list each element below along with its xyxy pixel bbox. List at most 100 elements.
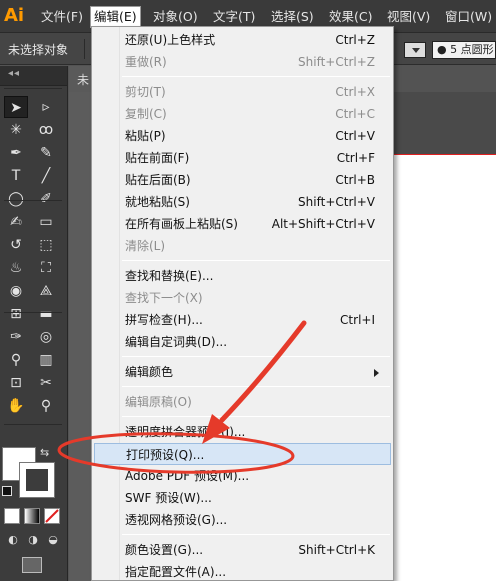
submenu-arrow-icon — [374, 369, 383, 377]
tool-separator — [4, 200, 62, 201]
menu-item-shortcut: Ctrl+X — [335, 85, 375, 99]
menu-item-shortcut: Ctrl+F — [336, 151, 375, 165]
menu-separator — [122, 534, 390, 535]
curvature-tool-icon[interactable]: ✎ — [34, 142, 58, 164]
menu-item[interactable]: 就地粘贴(S) Shift+Ctrl+V — [94, 191, 391, 213]
canvas-top-area — [384, 92, 496, 154]
menu-item[interactable]: 贴在前面(F) Ctrl+F — [94, 147, 391, 169]
selection-tool-icon[interactable]: ➤ — [4, 96, 28, 118]
menu-item: 清除(L) — [94, 235, 391, 257]
stroke-combo-dropdown[interactable] — [404, 42, 426, 58]
none-mode-button[interactable] — [44, 508, 60, 524]
menu-item-label: 查找和替换(E)... — [125, 269, 214, 283]
zoom-tool-icon[interactable]: ⚲ — [34, 395, 58, 417]
menu-item[interactable]: Adobe PDF 预设(M)... — [94, 465, 391, 487]
menu-item-shortcut: Ctrl+B — [335, 173, 375, 187]
menu-item[interactable]: 贴在后面(B) Ctrl+B — [94, 169, 391, 191]
menu-item-label: 剪切(T) — [125, 85, 166, 99]
lasso-tool-icon[interactable]: ꝏ — [34, 119, 58, 141]
menu-item[interactable]: SWF 预设(W)... — [94, 487, 391, 509]
perspective-grid-tool-icon[interactable]: ⟁ — [34, 280, 58, 302]
hand-tool-icon[interactable]: ✋ — [4, 395, 28, 417]
eraser-tool-icon[interactable]: ▭ — [34, 211, 58, 233]
paintbrush-tool-icon[interactable]: ✐ — [34, 188, 58, 210]
brush-profile-label: 5 点圆形 — [450, 43, 494, 56]
swap-fill-stroke-icon[interactable]: ⇆ — [40, 446, 49, 459]
rotate-tool-icon[interactable]: ↺ — [4, 234, 28, 256]
mesh-tool-icon[interactable]: ⊞ — [4, 303, 28, 325]
menu-item-shortcut: Ctrl+I — [340, 313, 375, 327]
menu-edit[interactable]: 编辑(E) — [90, 6, 141, 28]
menu-window[interactable]: 窗口(W) — [442, 7, 495, 27]
menu-item-label: 就地粘贴(S) — [125, 195, 190, 209]
brush-profile-field[interactable]: ● 5 点圆形 — [432, 41, 496, 59]
menu-separator — [122, 260, 390, 261]
screen-mode-button[interactable] — [22, 557, 42, 573]
artboard[interactable] — [384, 155, 496, 581]
pen-tool-icon[interactable]: ✒ — [4, 142, 28, 164]
default-colors-icon[interactable] — [2, 486, 12, 496]
slice-tool-icon[interactable]: ✂ — [34, 372, 58, 394]
gradient-tool-icon[interactable]: ▬ — [34, 303, 58, 325]
menu-item[interactable]: 查找和替换(E)... — [94, 265, 391, 287]
menu-item[interactable]: 在所有画板上粘贴(S) Alt+Shift+Ctrl+V — [94, 213, 391, 235]
menu-type[interactable]: 文字(T) — [210, 7, 258, 27]
stroke-swatch[interactable] — [19, 462, 55, 498]
color-mode-button[interactable] — [4, 508, 20, 524]
column-graph-tool-icon[interactable]: ▥ — [34, 349, 58, 371]
menu-item: 重做(R) Shift+Ctrl+Z — [94, 51, 391, 73]
collapse-icon[interactable]: ◂◂ — [8, 68, 20, 79]
symbol-sprayer-tool-icon[interactable]: ⚲ — [4, 349, 28, 371]
line-tool-icon[interactable]: ╱ — [34, 165, 58, 187]
edit-menu-dropdown: 还原(U)上色样式 Ctrl+Z 重做(R) Shift+Ctrl+Z 剪切(T) Ctr… — [91, 26, 394, 581]
type-tool-icon[interactable]: T — [4, 165, 28, 187]
menu-effect[interactable]: 效果(C) — [326, 7, 375, 27]
menu-separator — [122, 386, 390, 387]
menu-item[interactable]: 打印预设(Q)... — [94, 443, 391, 465]
menu-select[interactable]: 选择(S) — [268, 7, 317, 27]
artboard-tool-icon[interactable]: ⊡ — [4, 372, 28, 394]
ellipse-tool-icon[interactable]: ◯ — [4, 188, 28, 210]
menu-object[interactable]: 对象(O) — [150, 7, 201, 27]
warp-tool-icon[interactable]: ♨ — [4, 257, 28, 279]
menu-item-label: 在所有画板上粘贴(S) — [125, 217, 238, 231]
tool-separator — [4, 312, 62, 313]
menu-item-label: 贴在前面(F) — [125, 151, 190, 165]
menu-item-label: 查找下一个(X) — [125, 291, 203, 305]
menu-item[interactable]: 拼写检查(H)... Ctrl+I — [94, 309, 391, 331]
magic-wand-tool-icon[interactable]: ✳ — [4, 119, 28, 141]
document-tab[interactable]: 未 — [69, 66, 93, 92]
none-slash-icon — [45, 509, 59, 523]
menu-item[interactable]: 指定配置文件(A)... — [94, 561, 391, 581]
draw-inside-icon[interactable]: ◒ — [44, 532, 62, 548]
menu-item: 复制(C) Ctrl+C — [94, 103, 391, 125]
tools-panel-header[interactable]: ◂◂ — [0, 66, 67, 86]
menu-item[interactable]: 透视网格预设(G)... — [94, 509, 391, 531]
menu-item[interactable]: 编辑自定词典(D)... — [94, 331, 391, 353]
eyedropper-tool-icon[interactable]: ✑ — [4, 326, 28, 348]
menu-view[interactable]: 视图(V) — [384, 7, 433, 27]
menu-item: 编辑原稿(O) — [94, 391, 391, 413]
menu-item: 剪切(T) Ctrl+X — [94, 81, 391, 103]
gradient-mode-button[interactable] — [24, 508, 40, 524]
menu-item-label: 贴在后面(B) — [125, 173, 191, 187]
scale-tool-icon[interactable]: ⬚ — [34, 234, 58, 256]
menu-item-shortcut: Alt+Shift+Ctrl+V — [271, 217, 375, 231]
menu-item-shortcut: Ctrl+Z — [335, 33, 375, 47]
menu-item-label: 重做(R) — [125, 55, 167, 69]
menu-item[interactable]: 颜色设置(G)... Shift+Ctrl+K — [94, 539, 391, 561]
menu-file[interactable]: 文件(F) — [38, 7, 86, 27]
menu-item-shortcut: Ctrl+C — [335, 107, 375, 121]
shape-builder-tool-icon[interactable]: ◉ — [4, 280, 28, 302]
direct-selection-tool-icon[interactable]: ▹ — [34, 96, 58, 118]
menu-item[interactable]: 还原(U)上色样式 Ctrl+Z — [94, 29, 391, 51]
blob-brush-tool-icon[interactable]: ✍ — [4, 211, 28, 233]
free-transform-tool-icon[interactable]: ⛶ — [34, 257, 58, 279]
menu-item[interactable]: 粘贴(P) Ctrl+V — [94, 125, 391, 147]
draw-normal-icon[interactable]: ◐ — [4, 532, 22, 548]
menu-item-label: 颜色设置(G)... — [125, 543, 204, 557]
menu-item[interactable]: 透明度拼合器预设(J)... — [94, 421, 391, 443]
blend-tool-icon[interactable]: ◎ — [34, 326, 58, 348]
draw-behind-icon[interactable]: ◑ — [24, 532, 42, 548]
menu-item[interactable]: 编辑颜色 — [94, 361, 391, 383]
